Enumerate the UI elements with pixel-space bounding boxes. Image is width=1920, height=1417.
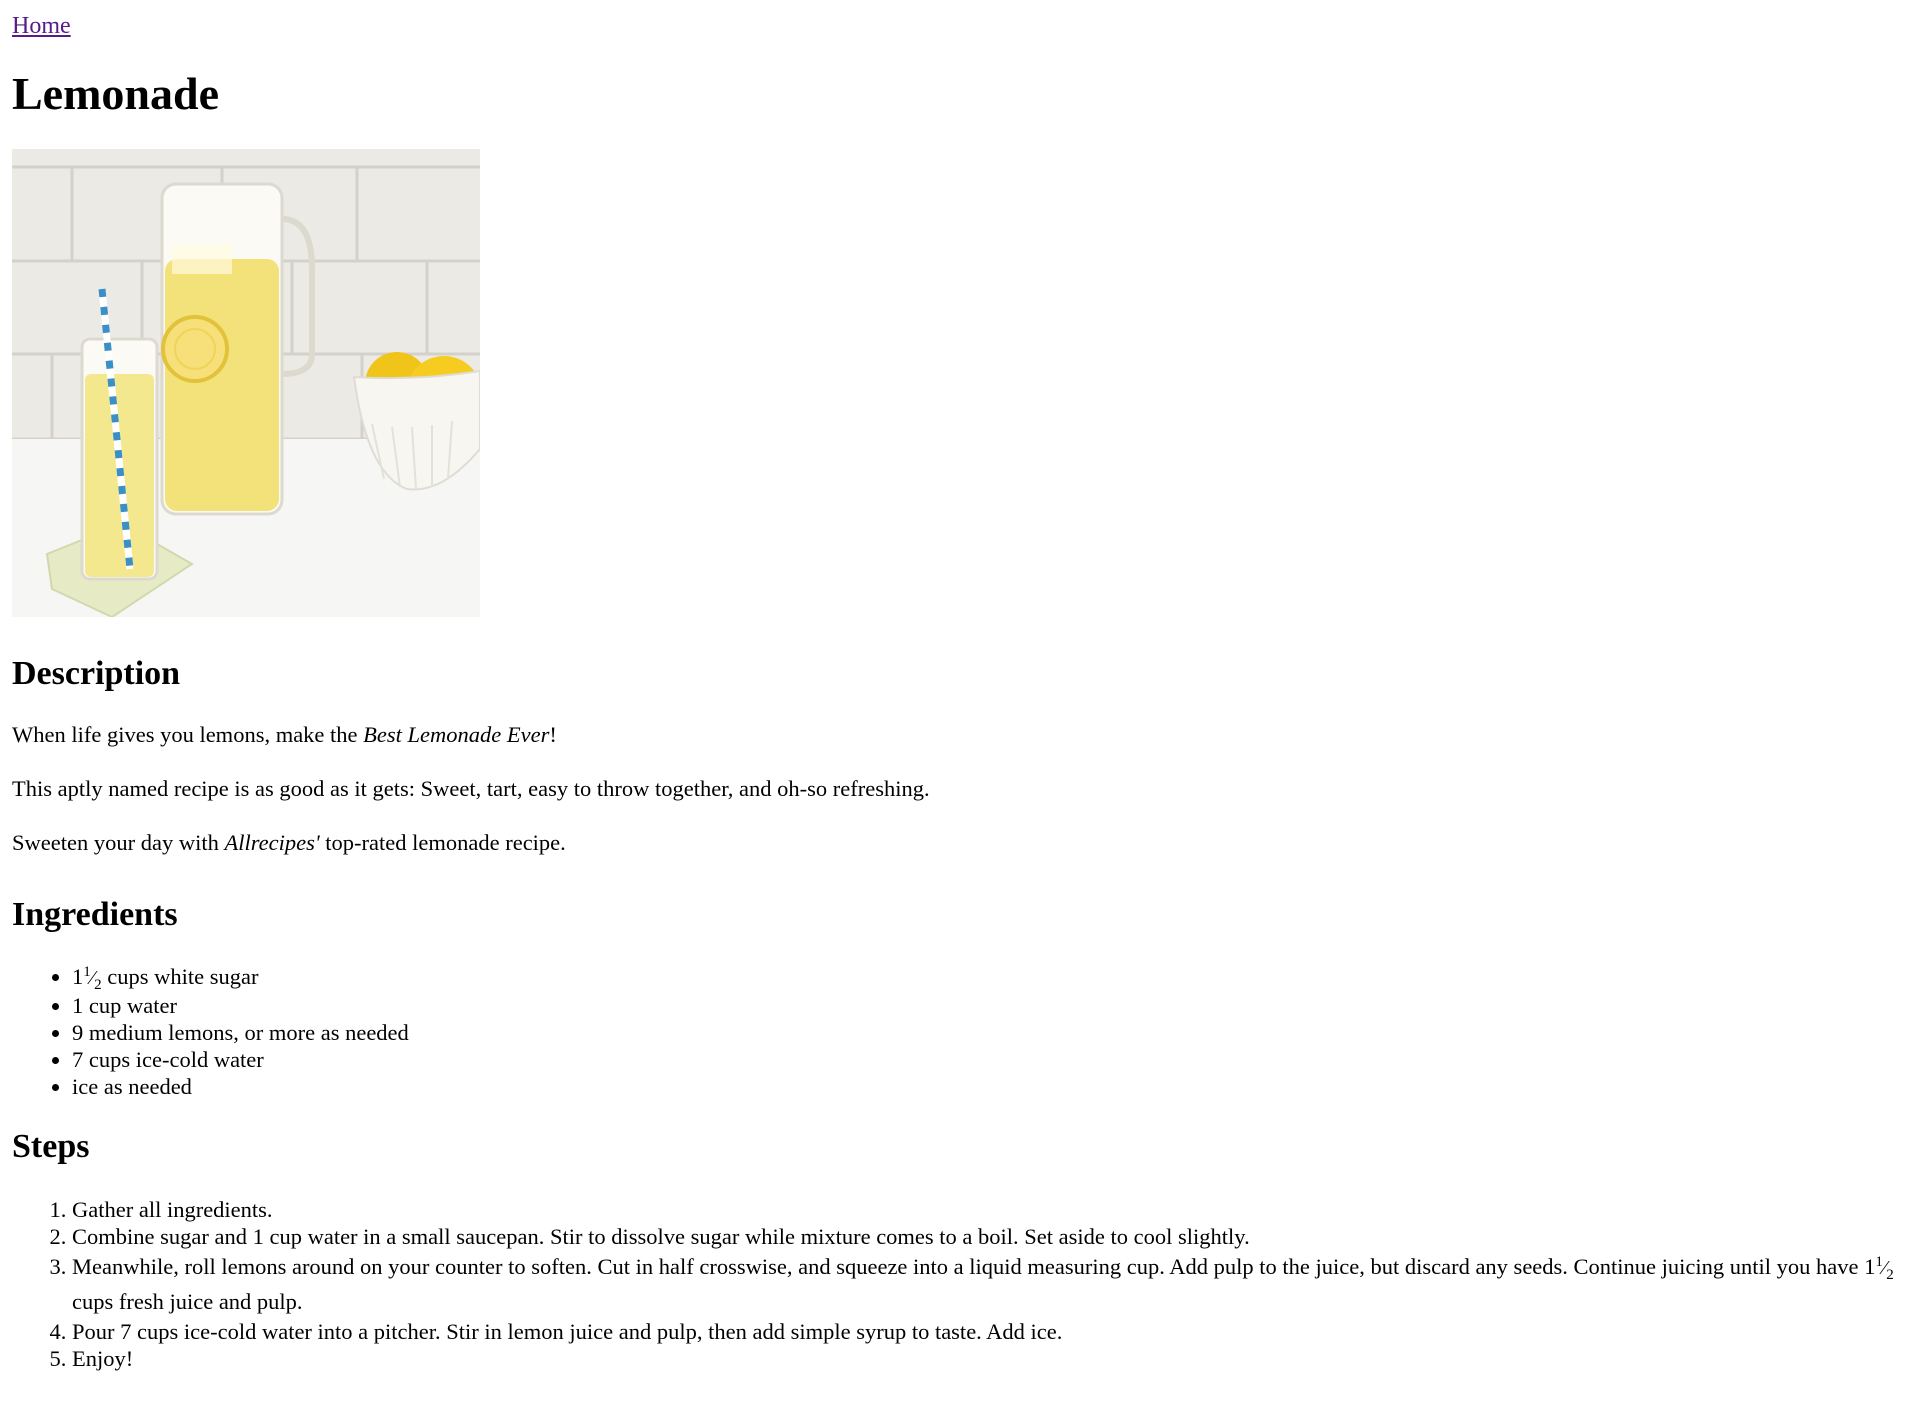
page-title: Lemonade	[12, 67, 219, 119]
ingredients-heading: Ingredients	[12, 895, 178, 933]
recipe-photo	[12, 149, 480, 618]
list-item: Pour 7 cups ice-cold water into a pitche…	[72, 1318, 1908, 1345]
description-section: Description When life gives you lemons, …	[12, 655, 1908, 855]
description-paragraph: When life gives you lemons, make the Bes…	[12, 721, 557, 747]
ingredients-section: Ingredients 11⁄2 cups white sugar 1 cup …	[12, 896, 1908, 1100]
list-item: Enjoy!	[72, 1345, 1908, 1372]
list-item: 7 cups ice-cold water	[72, 1046, 1908, 1073]
description-paragraph: This aptly named recipe is as good as it…	[12, 775, 930, 801]
steps-heading: Steps	[12, 1128, 90, 1166]
list-item: Meanwhile, roll lemons around on your co…	[72, 1250, 1908, 1318]
list-item: 11⁄2 cups white sugar	[72, 963, 1908, 993]
list-item: Gather all ingredients.	[72, 1196, 1908, 1223]
list-item: Combine sugar and 1 cup water in a small…	[72, 1223, 1908, 1250]
page: Home Lemonade Description When life give…	[0, 0, 1920, 1372]
home-link[interactable]: Home	[12, 12, 71, 41]
description-heading: Description	[12, 655, 181, 693]
list-item: ice as needed	[72, 1073, 1908, 1100]
steps-list: Gather all ingredients. Combine sugar an…	[12, 1196, 1908, 1372]
description-paragraph: Sweeten your day with Allrecipes' top-ra…	[12, 829, 566, 855]
ingredients-list: 11⁄2 cups white sugar 1 cup water 9 medi…	[12, 963, 1908, 1100]
list-item: 1 cup water	[72, 992, 1908, 1019]
list-item: 9 medium lemons, or more as needed	[72, 1019, 1908, 1046]
steps-section: Steps Gather all ingredients. Combine su…	[12, 1128, 1908, 1371]
